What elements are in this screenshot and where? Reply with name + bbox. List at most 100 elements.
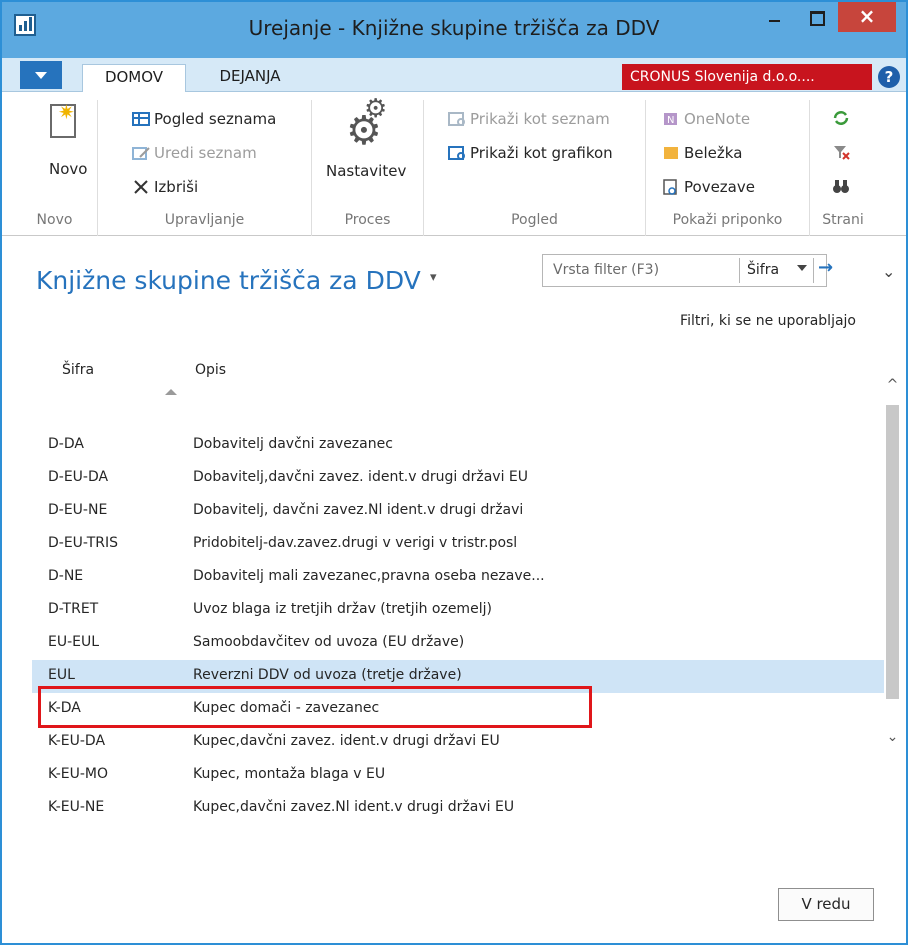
cell-description[interactable]: Kupec, montaža blaga v EU	[193, 766, 385, 782]
links-button[interactable]: Povezave	[662, 178, 755, 196]
group-label-pogled: Pogled	[511, 212, 558, 228]
cell-code[interactable]: D-TRET	[48, 601, 98, 617]
cell-description[interactable]: Dobavitelj, davčni zavez.Nl ident.v drug…	[193, 502, 523, 518]
settings-label: Nastavitev	[326, 162, 407, 180]
clear-filter-icon	[832, 144, 850, 160]
cell-description[interactable]: Dobavitelj,davčni zavez. ident.v drugi d…	[193, 469, 528, 485]
minimize-button[interactable]	[754, 2, 794, 32]
settings-button[interactable]: ⚙ ⚙ Nastavitev	[326, 94, 416, 190]
group-label-upravljanje: Upravljanje	[164, 212, 245, 228]
company-badge[interactable]: CRONUS Slovenija d.o.o....	[622, 64, 872, 90]
cell-description[interactable]: Dobavitelj mali zavezanec,pravna oseba n…	[193, 568, 545, 584]
arrow-right-icon[interactable]: →	[818, 257, 833, 278]
table-row[interactable]: K-EU-DA Kupec,davčni zavez. ident.v drugi…	[32, 726, 884, 759]
show-as-list-button[interactable]: Prikaži kot seznam	[448, 110, 610, 128]
edit-list-icon	[132, 145, 150, 161]
links-label: Povezave	[684, 178, 755, 196]
ribbon-group-novo: ✷ Novo Novo	[12, 100, 98, 236]
delete-button[interactable]: Izbriši	[132, 178, 198, 196]
filter-divider	[813, 258, 814, 283]
chevron-down-icon[interactable]	[797, 265, 807, 271]
cell-description[interactable]: Kupec,davčni zavez.Nl ident.v drugi drža…	[193, 799, 514, 815]
filter-divider	[739, 258, 740, 283]
close-icon: ×	[858, 4, 876, 28]
tab-domov[interactable]: DOMOV	[82, 64, 186, 94]
table-row[interactable]: D-EU-DA Dobavitelj,davčni zavez. ident.v …	[32, 462, 884, 495]
group-label-pokazi-priponko: Pokaži priponko	[672, 212, 783, 228]
table-row[interactable]: D-NE Dobavitelj mali zavezanec,pravna ose…	[32, 561, 884, 594]
help-icon[interactable]: ?	[878, 66, 900, 88]
show-list-icon	[448, 111, 466, 127]
clear-filter-button[interactable]	[832, 144, 850, 160]
title-dropdown-icon[interactable]: ▾	[430, 270, 437, 285]
show-chart-icon	[448, 145, 466, 161]
collapse-chevron-icon[interactable]: ⌄	[882, 262, 895, 281]
sort-ascending-icon	[165, 389, 177, 395]
ribbon-group-pogled: Prikaži kot seznam Prikaži kot grafikon …	[424, 100, 646, 236]
cell-code[interactable]: D-EU-NE	[48, 502, 107, 518]
note-button[interactable]: Beležka	[662, 144, 742, 162]
filter-box[interactable]: Vrsta filter (F3) Šifra →	[542, 254, 833, 287]
onenote-label: OneNote	[684, 110, 751, 128]
find-button[interactable]	[832, 178, 850, 194]
cell-code[interactable]: K-EU-NE	[48, 799, 104, 815]
scroll-down-icon[interactable]: ⌄	[883, 729, 902, 745]
cell-code[interactable]: EUL	[48, 667, 75, 683]
records-list: D-DA Dobavitelj davčni zavezanec D-EU-DA Do…	[32, 429, 884, 825]
column-header-code[interactable]: Šifra	[62, 362, 94, 378]
cell-code[interactable]: D-DA	[48, 436, 84, 452]
ribbon-group-proces: ⚙ ⚙ Nastavitev Proces	[312, 94, 424, 236]
unused-filters-link[interactable]: Filtri, ki se ne uporabljajo	[680, 313, 856, 329]
filter-input[interactable]: Vrsta filter (F3)	[553, 262, 659, 278]
close-button[interactable]: ×	[838, 2, 896, 32]
table-row[interactable]: D-DA Dobavitelj davčni zavezanec	[32, 429, 884, 462]
table-row[interactable]: D-EU-NE Dobavitelj, davčni zavez.Nl ident…	[32, 495, 884, 528]
filter-field-select[interactable]: Šifra	[747, 262, 779, 278]
ok-button[interactable]: V redu	[778, 888, 874, 921]
table-row[interactable]: EU-EUL Samoobdavčitev od uvoza (EU države…	[32, 627, 884, 660]
maximize-button[interactable]	[796, 2, 836, 32]
table-row[interactable]: D-EU-TRIS Pridobitelj-dav.zavez.drugi v v…	[32, 528, 884, 561]
page-title[interactable]: Knjižne skupine tržišča za DDV	[36, 266, 421, 295]
vertical-scrollbar[interactable]: ^ ⌄	[883, 357, 902, 867]
cell-description[interactable]: Samoobdavčitev od uvoza (EU države)	[193, 634, 464, 650]
title-bar: Urejanje - Knjižne skupine tržišča za DD…	[2, 2, 906, 58]
table-row[interactable]: K-EU-NE Kupec,davčni zavez.Nl ident.v dru…	[32, 792, 884, 825]
show-as-chart-button[interactable]: Prikaži kot grafikon	[448, 144, 613, 162]
new-document-icon: ✷	[50, 100, 76, 138]
refresh-icon	[832, 110, 850, 126]
application-menu-button[interactable]	[20, 61, 62, 89]
scrollbar-thumb[interactable]	[886, 405, 899, 699]
column-header-description[interactable]: Opis	[195, 362, 226, 378]
new-button[interactable]: ✷ Novo	[36, 100, 87, 180]
cell-code[interactable]: K-EU-DA	[48, 733, 105, 749]
delete-label: Izbriši	[154, 178, 199, 196]
note-icon	[662, 145, 680, 161]
cell-description[interactable]: Kupec,davčni zavez. ident.v drugi državi…	[193, 733, 500, 749]
cell-code[interactable]: D-EU-DA	[48, 469, 108, 485]
cell-code[interactable]: EU-EUL	[48, 634, 99, 650]
cell-code[interactable]: D-EU-TRIS	[48, 535, 118, 551]
table-row[interactable]: K-EU-MO Kupec, montaža blaga v EU	[32, 759, 884, 792]
cell-code[interactable]: D-NE	[48, 568, 83, 584]
ribbon-group-strani: Strani	[810, 100, 876, 236]
onenote-button[interactable]: N OneNote	[662, 110, 750, 128]
refresh-button[interactable]	[832, 110, 850, 126]
edit-list-button[interactable]: Uredi seznam	[132, 144, 257, 162]
cell-description[interactable]: Dobavitelj davčni zavezanec	[193, 436, 393, 452]
cell-description[interactable]: Pridobitelj-dav.zavez.drugi v verigi v t…	[193, 535, 517, 551]
tab-dejanja[interactable]: DEJANJA	[200, 64, 300, 93]
scroll-up-icon[interactable]: ^	[883, 377, 902, 393]
list-view-icon	[132, 111, 150, 127]
cell-description[interactable]: Reverzni DDV od uvoza (tretje države)	[193, 667, 462, 683]
cell-code[interactable]: K-EU-MO	[48, 766, 108, 782]
cell-description[interactable]: Uvoz blaga iz tretjih držav (tretjih oze…	[193, 601, 492, 617]
ribbon-group-pokazi-priponko: N OneNote Beležka Povezave Pokaži pripon…	[646, 100, 810, 236]
note-label: Beležka	[684, 144, 743, 162]
dialog-window: Urejanje - Knjižne skupine tržišča za DD…	[0, 0, 908, 945]
links-icon	[662, 179, 680, 195]
view-list-button[interactable]: Pogled seznama	[132, 110, 276, 128]
table-row[interactable]: D-TRET Uvoz blaga iz tretjih držav (tretj…	[32, 594, 884, 627]
svg-text:N: N	[667, 115, 674, 126]
view-list-label: Pogled seznama	[154, 110, 277, 128]
